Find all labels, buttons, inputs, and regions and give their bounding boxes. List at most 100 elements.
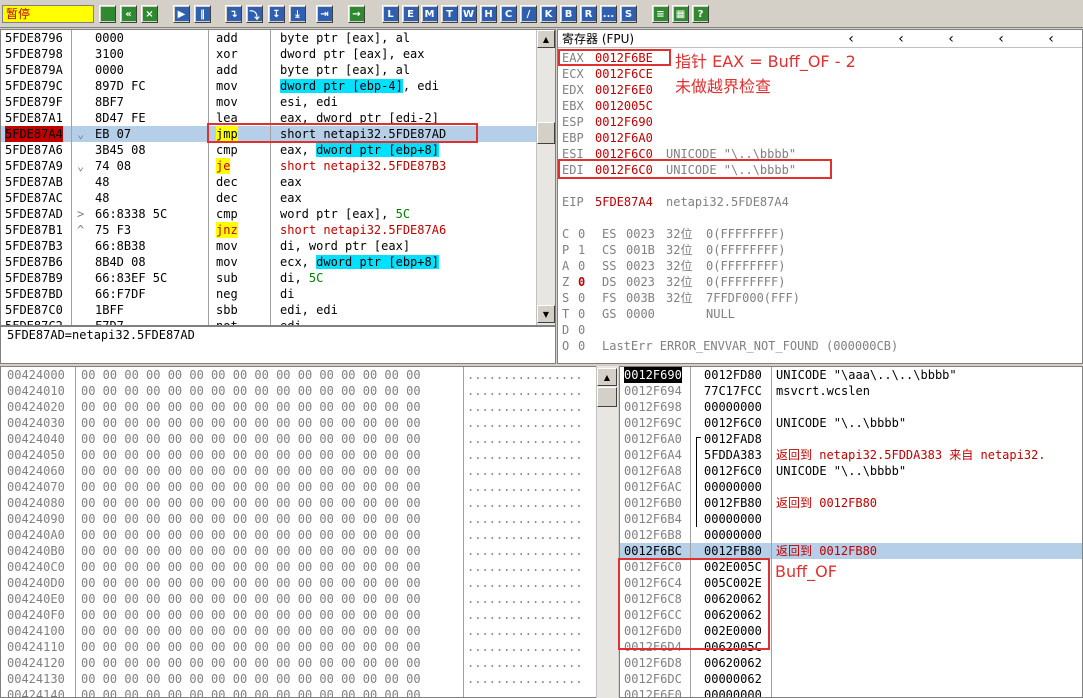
toolbar-C-button[interactable]: C <box>500 5 517 23</box>
dump-row[interactable]: 00424100 00 00 00 00 00 00 00 00 00 00 00… <box>1 623 617 639</box>
toolbar-H-button[interactable]: H <box>480 5 497 23</box>
dump-scrollbar[interactable]: ▲ <box>596 366 618 698</box>
disasm-row[interactable]: 5FDE87B3 66:8B38 mov di, word ptr [eax] <box>1 238 536 254</box>
toolbar-E-button[interactable]: E <box>402 5 419 23</box>
register-row[interactable]: EBP 0012F6A0 <box>558 130 1082 146</box>
disasm-row[interactable]: 5FDE87B1 ^ 75 F3 jnz short netapi32.5FDE87A6 <box>1 222 536 238</box>
dump-row[interactable]: 00424070 00 00 00 00 00 00 00 00 00 00 00… <box>1 479 617 495</box>
toolbar-close-button[interactable]: × <box>141 5 158 23</box>
memory-dump-pane[interactable]: 00424000 00 00 00 00 00 00 00 00 00 00 00… <box>0 366 618 698</box>
arrow-left-icon[interactable]: ‹ <box>1044 32 1058 46</box>
stack-comment: 返回到 0012FB80 <box>776 496 878 510</box>
dump-row[interactable]: 00424010 00 00 00 00 00 00 00 00 00 00 00… <box>1 383 617 399</box>
dump-row[interactable]: 004240C0 00 00 00 00 00 00 00 00 00 00 00… <box>1 559 617 575</box>
disasm-row[interactable]: 5FDE87A4 ⌄ EB 07 jmp short netapi32.5FDE87AD <box>1 126 536 142</box>
toolbar-list-button[interactable]: ≡ <box>652 5 669 23</box>
toolbar-W-button[interactable]: W <box>460 5 477 23</box>
register-row[interactable]: EDI 0012F6C0 UNICODE "\..\bbbb" <box>558 162 1082 178</box>
disassembly-pane[interactable]: 5FDE8796 0000 add byte ptr [eax], al 5FDE879… <box>0 29 556 326</box>
register-eip-row[interactable]: EIP 5FDE87A4 netapi32.5FDE87A4 <box>558 194 1082 210</box>
toolbar-trace-into-button[interactable]: ↧ <box>268 5 285 23</box>
toolbar-trace-over-button[interactable]: ⤓ <box>289 5 306 23</box>
disassembly-scrollbar[interactable]: ▲ ▼ <box>536 30 555 325</box>
flag-row[interactable]: C 0 ES 0023 32位 0(FFFFFFFF) <box>558 226 1082 242</box>
flag-row[interactable]: P 1 CS 001B 32位 0(FFFFFFFF) <box>558 242 1082 258</box>
toolbar-T-button[interactable]: T <box>441 5 458 23</box>
disasm-row[interactable]: 5FDE87B6 8B4D 08 mov ecx, dword ptr [ebp+8] <box>1 254 536 270</box>
disasm-row[interactable]: 5FDE87C2 F7D7 not edi <box>1 318 536 325</box>
toolbar-pause-button[interactable]: ‖ <box>194 5 211 23</box>
flag-row[interactable]: O 0 LastErr ERROR_ENVVAR_NOT_FOUND (000000… <box>558 338 1082 354</box>
dump-row[interactable]: 004240F0 00 00 00 00 00 00 00 00 00 00 00… <box>1 607 617 623</box>
register-efl-row[interactable]: EFL 00000206 (NO,NB,NE,A,NS,PE,GE,G) <box>558 362 1082 363</box>
arrow-left-icon[interactable]: ‹ <box>894 32 908 46</box>
toolbar-L-button[interactable]: L <box>382 5 399 23</box>
disasm-row[interactable]: 5FDE879F 8BF7 mov esi, edi <box>1 94 536 110</box>
registers-pane[interactable]: 寄存器 (FPU) ‹ ‹ ‹ ‹ ‹ EAX 0012F6BE ECX 0012F6… <box>557 29 1083 364</box>
disasm-row[interactable]: 5FDE87A9 ⌄ 74 08 je short netapi32.5FDE87B3 <box>1 158 536 174</box>
register-row[interactable]: EDX 0012F6E0 <box>558 82 1082 98</box>
toolbar-R-button[interactable]: R <box>580 5 597 23</box>
toolbar-restart-button[interactable]: « <box>120 5 137 23</box>
disasm-row[interactable]: 5FDE87BD 66:F7DF neg di <box>1 286 536 302</box>
flag-row[interactable]: T 0 GS 0000 NULL <box>558 306 1082 322</box>
arrow-left-icon[interactable]: ‹ <box>944 32 958 46</box>
dump-row[interactable]: 00424090 00 00 00 00 00 00 00 00 00 00 00… <box>1 511 617 527</box>
dump-row[interactable]: 004240E0 00 00 00 00 00 00 00 00 00 00 00… <box>1 591 617 607</box>
register-row[interactable]: ESI 0012F6C0 UNICODE "\..\bbbb" <box>558 146 1082 162</box>
scroll-down-icon[interactable]: ▼ <box>537 305 555 323</box>
scroll-thumb[interactable] <box>597 387 617 407</box>
disasm-row[interactable]: 5FDE8798 3100 xor dword ptr [eax], eax <box>1 46 536 62</box>
disasm-row[interactable]: 5FDE879C 897D FC mov dword ptr [ebp-4], edi <box>1 78 536 94</box>
toolbar-slash-button[interactable]: / <box>520 5 537 23</box>
toolbar-go-to-button[interactable]: → <box>348 5 365 23</box>
dump-row[interactable]: 00424120 00 00 00 00 00 00 00 00 00 00 00… <box>1 655 617 671</box>
register-row[interactable]: ESP 0012F690 <box>558 114 1082 130</box>
toolbar-S-button[interactable]: S <box>620 5 637 23</box>
stack-pane[interactable]: 0012F690 0012FD80 UNICODE "\aaa\..\..\bbbb… <box>619 366 1083 698</box>
toolbar-run-button[interactable]: ▶ <box>173 5 190 23</box>
toolbar-help-button[interactable]: ? <box>692 5 709 23</box>
disasm-row[interactable]: 5FDE879A 0000 add byte ptr [eax], al <box>1 62 536 78</box>
toolbar-step-over-button[interactable]: ⤵ <box>246 5 263 23</box>
flag-row[interactable]: S 0 FS 003B 32位 7FFDF000(FFF) <box>558 290 1082 306</box>
disasm-row[interactable]: 5FDE87AC 48 dec eax <box>1 190 536 206</box>
disasm-row[interactable]: 5FDE87AD >66:8338 5C cmp word ptr [eax], 5C <box>1 206 536 222</box>
arrow-left-icon[interactable]: ‹ <box>844 32 858 46</box>
toolbar-options-button[interactable]: ▦ <box>672 5 689 23</box>
dump-row[interactable]: 004240A0 00 00 00 00 00 00 00 00 00 00 00… <box>1 527 617 543</box>
scroll-thumb[interactable] <box>537 122 555 144</box>
dump-row[interactable]: 00424050 00 00 00 00 00 00 00 00 00 00 00… <box>1 447 617 463</box>
disasm-row[interactable]: 5FDE87AB 48 dec eax <box>1 174 536 190</box>
toolbar-M-button[interactable]: M <box>421 5 438 23</box>
disasm-row[interactable]: 5FDE87A1 8D47 FE lea eax, dword ptr [edi-2] <box>1 110 536 126</box>
toolbar-K-button[interactable]: K <box>540 5 557 23</box>
register-row[interactable]: EBX 0012005C <box>558 98 1082 114</box>
dump-row[interactable]: 00424040 00 00 00 00 00 00 00 00 00 00 00… <box>1 431 617 447</box>
disasm-row[interactable]: 5FDE8796 0000 add byte ptr [eax], al <box>1 30 536 46</box>
toolbar-open-button[interactable] <box>99 5 116 23</box>
dump-row[interactable]: 00424060 00 00 00 00 00 00 00 00 00 00 00… <box>1 463 617 479</box>
scroll-up-icon[interactable]: ▲ <box>537 30 555 48</box>
dump-row[interactable]: 00424110 00 00 00 00 00 00 00 00 00 00 00… <box>1 639 617 655</box>
dump-row[interactable]: 00424020 00 00 00 00 00 00 00 00 00 00 00… <box>1 399 617 415</box>
dump-row[interactable]: 00424130 00 00 00 00 00 00 00 00 00 00 00… <box>1 671 617 687</box>
dump-row[interactable]: 004240D0 00 00 00 00 00 00 00 00 00 00 00… <box>1 575 617 591</box>
disasm-row[interactable]: 5FDE87A6 3B45 08 cmp eax, dword ptr [ebp+8] <box>1 142 536 158</box>
toolbar-execute-till-return-button[interactable]: ⇥ <box>316 5 333 23</box>
dump-row[interactable]: 00424080 00 00 00 00 00 00 00 00 00 00 00… <box>1 495 617 511</box>
flag-row[interactable]: A 0 SS 0023 32位 0(FFFFFFFF) <box>558 258 1082 274</box>
dump-row[interactable]: 00424000 00 00 00 00 00 00 00 00 00 00 00… <box>1 367 617 383</box>
toolbar-dots-button[interactable]: ... <box>600 5 617 23</box>
toolbar-B-button[interactable]: B <box>560 5 577 23</box>
arrow-left-icon[interactable]: ‹ <box>994 32 1008 46</box>
disasm-row[interactable]: 5FDE87C0 1BFF sbb edi, edi <box>1 302 536 318</box>
dump-row[interactable]: 00424030 00 00 00 00 00 00 00 00 00 00 00… <box>1 415 617 431</box>
disasm-row[interactable]: 5FDE87B9 66:83EF 5C sub di, 5C <box>1 270 536 286</box>
flag-row[interactable]: Z 0 DS 0023 32位 0(FFFFFFFF) <box>558 274 1082 290</box>
toolbar-step-into-button[interactable]: ↴ <box>225 5 242 23</box>
dump-row[interactable]: 004240B0 00 00 00 00 00 00 00 00 00 00 00… <box>1 543 617 559</box>
flag-row[interactable]: D0 <box>558 322 1082 338</box>
scroll-up-icon[interactable]: ▲ <box>597 368 617 386</box>
dump-row[interactable]: 00424140 00 00 00 00 00 00 00 00 00 00 00… <box>1 687 617 697</box>
